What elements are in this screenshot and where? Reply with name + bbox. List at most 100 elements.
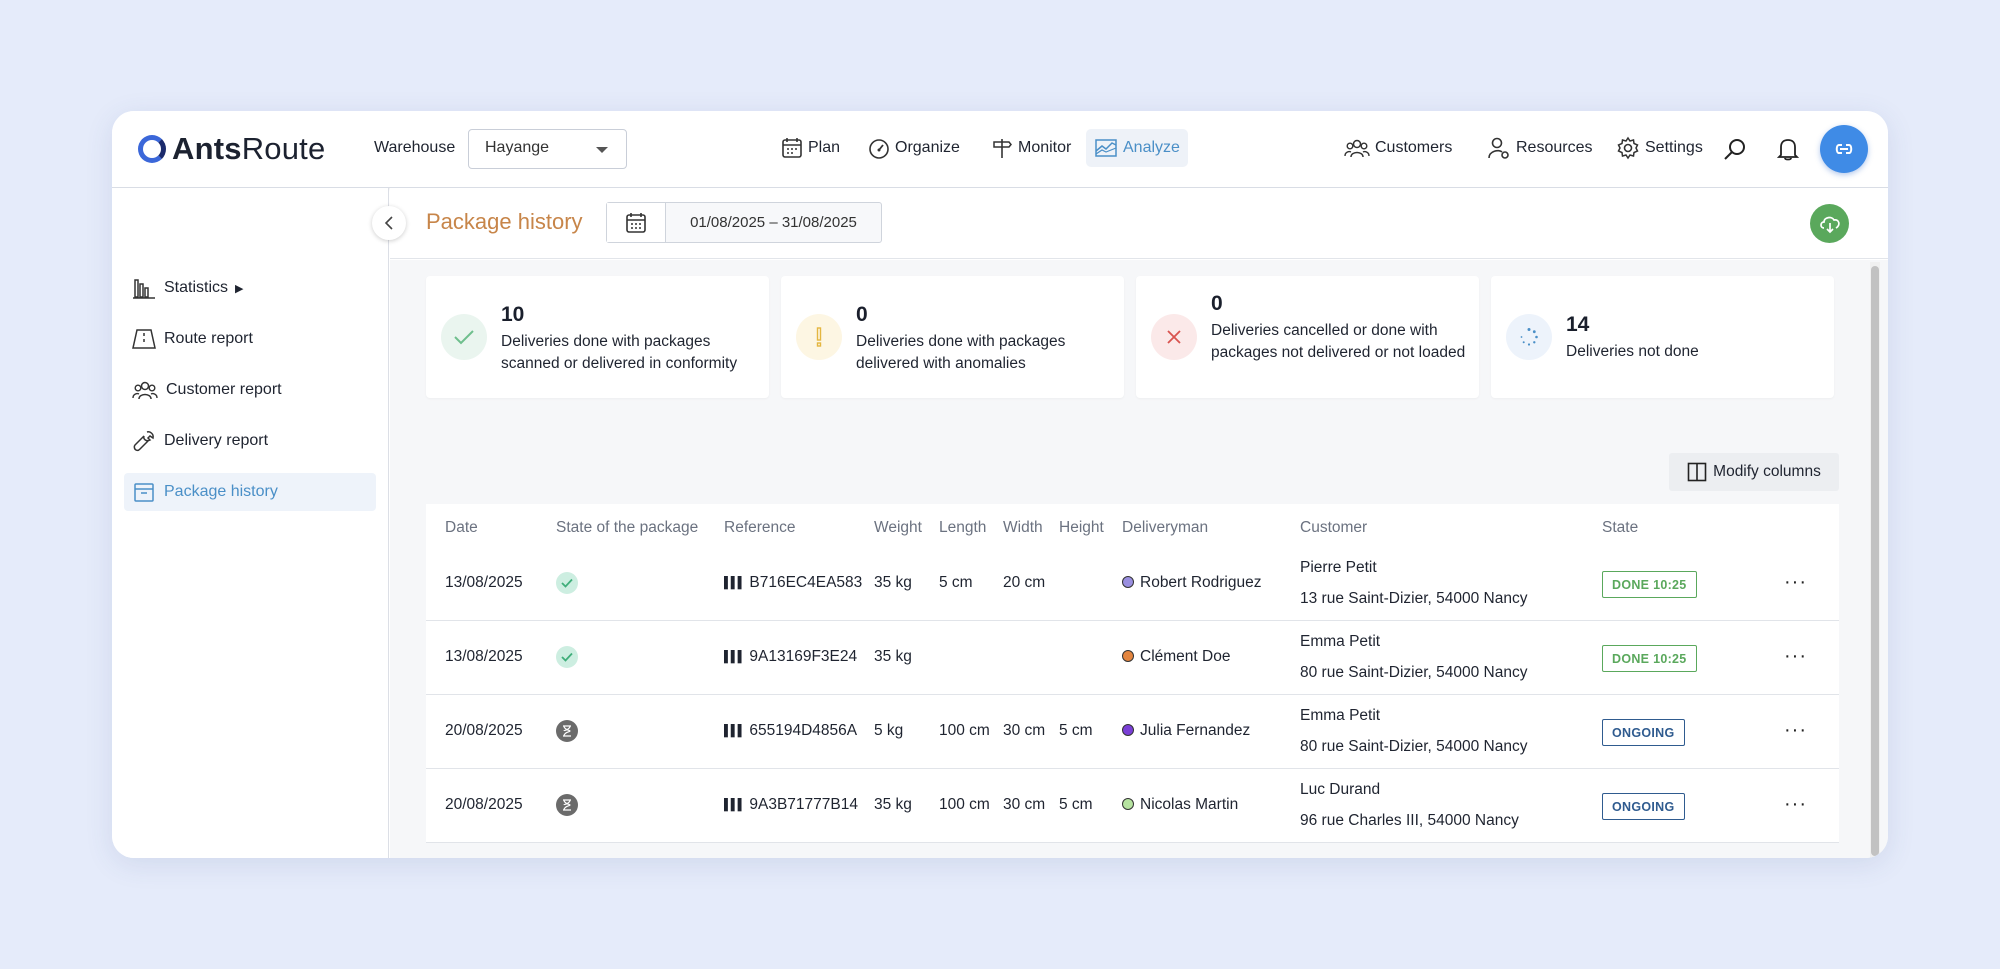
nav-settings[interactable]: Settings [1608, 129, 1711, 167]
date-cell: 13/08/2025 [445, 574, 523, 591]
check-circle-icon [556, 646, 578, 668]
table-row[interactable]: 20/08/2025 ▌▌▌ 655194D4856A 5 kg 100 cm 30 cm… [426, 695, 1839, 769]
sidebar-item-route-report[interactable]: Route report [124, 320, 376, 358]
length-cell: 5 cm [939, 574, 973, 591]
sidebar-item-customer-report[interactable]: Customer report [124, 371, 376, 409]
collapse-sidebar-button[interactable] [372, 206, 406, 240]
package-state-cell [556, 572, 578, 594]
date-range-picker[interactable]: 01/08/2025 – 31/08/2025 [606, 202, 882, 243]
reference-value: 9A13169F3E24 [749, 648, 858, 665]
column-header[interactable]: State [1602, 519, 1638, 537]
table-row[interactable]: 13/08/2025 ▌▌▌ 9A13169F3E24 35 kg Clément Do… [426, 621, 1839, 695]
more-actions-button[interactable]: ··· [1784, 719, 1807, 742]
download-button[interactable] [1810, 204, 1849, 243]
height-cell: 5 cm [1059, 796, 1093, 813]
cloud-download-icon [1819, 216, 1840, 233]
nav-analyze[interactable]: Analyze [1086, 129, 1188, 167]
summary-card-not-done: 14 Deliveries not done [1491, 276, 1834, 398]
column-header[interactable]: Height [1059, 519, 1104, 537]
weight-cell: 35 kg [874, 796, 912, 813]
deliveryman-name: Julia Fernandez [1140, 722, 1251, 739]
width-cell: 20 cm [1003, 574, 1046, 591]
warehouse-label: Warehouse [374, 139, 456, 156]
bell-icon [1776, 139, 1800, 161]
deliveryman-cell: Julia Fernandez [1122, 722, 1250, 740]
status-badge: DONE 10:25 [1602, 645, 1697, 672]
weight-cell: 5 kg [874, 722, 904, 739]
more-actions-button[interactable]: ··· [1784, 571, 1807, 594]
deliveryman-name: Clément Doe [1140, 648, 1231, 665]
notifications-button[interactable] [1776, 137, 1800, 166]
package-state-cell [556, 646, 578, 668]
customer-address: 80 rue Saint-Dizier, 54000 Nancy [1300, 664, 1528, 681]
hourglass-icon [556, 720, 578, 742]
modify-columns-label: Modify columns [1713, 463, 1821, 480]
sidebar-item-delivery-report[interactable]: Delivery report [124, 422, 376, 460]
package-state-cell [556, 720, 578, 742]
hourglass-icon [556, 794, 578, 816]
nav-monitor[interactable]: Monitor [983, 129, 1079, 167]
column-header[interactable]: Customer [1300, 519, 1367, 537]
column-header[interactable]: Deliveryman [1122, 519, 1208, 537]
search-button[interactable] [1723, 137, 1747, 166]
column-header[interactable]: Length [939, 519, 986, 537]
gauge-icon [869, 139, 889, 159]
barcode-icon: ▌▌▌ [724, 799, 745, 811]
nav-resources[interactable]: Resources [1479, 129, 1600, 167]
reference-cell: ▌▌▌ B716EC4EA583 [724, 574, 862, 592]
submenu-arrow-icon: ▶ [235, 282, 244, 295]
column-header[interactable]: Width [1003, 519, 1043, 537]
page-title: Package history [426, 209, 583, 234]
height-cell: 5 cm [1059, 722, 1093, 739]
avatar[interactable] [1820, 125, 1868, 173]
customer-name: Pierre Petit [1300, 559, 1377, 576]
column-header[interactable]: Date [445, 519, 478, 537]
table-row[interactable]: 20/08/2025 ▌▌▌ 9A3B71777B14 35 kg 100 cm 30 c… [426, 769, 1839, 843]
barcode-icon: ▌▌▌ [724, 725, 745, 737]
reference-value: B716EC4EA583 [749, 574, 863, 591]
logo[interactable]: AntsRoute [138, 131, 325, 167]
sidebar: Statistics ▶ Route report Customer repor… [112, 188, 389, 858]
customer-address: 96 rue Charles III, 54000 Nancy [1300, 812, 1519, 829]
page-header: Package history 01/08/2025 – 31/08/2025 [390, 188, 1888, 259]
deliveryman-color-dot [1122, 798, 1134, 810]
sidebar-item-label: Delivery report [164, 432, 269, 449]
columns-icon [1687, 462, 1707, 482]
warehouse-select[interactable]: Hayange [468, 129, 627, 169]
warehouse-value: Hayange [485, 139, 550, 156]
reference-cell: ▌▌▌ 655194D4856A [724, 722, 857, 740]
nav-customers[interactable]: Customers [1336, 129, 1460, 167]
reference-value: 655194D4856A [749, 722, 858, 739]
sidebar-item-package-history[interactable]: Package history [124, 473, 376, 511]
check-circle-icon [556, 572, 578, 594]
column-header[interactable]: State of the package [556, 519, 698, 537]
sidebar-item-label: Route report [164, 330, 253, 347]
date-cell: 20/08/2025 [445, 796, 523, 813]
link-icon [1835, 144, 1853, 154]
wrench-icon [133, 431, 154, 452]
modify-columns-button[interactable]: Modify columns [1669, 453, 1839, 491]
main-content: 10 Deliveries done with packages scanned… [390, 260, 1888, 858]
table-row[interactable]: 13/08/2025 ▌▌▌ B716EC4EA583 35 kg 5 cm 20 cm R… [426, 547, 1839, 621]
column-header[interactable]: Reference [724, 519, 796, 537]
nav-organize[interactable]: Organize [860, 129, 968, 167]
users-icon [1344, 139, 1370, 158]
barcode-icon: ▌▌▌ [724, 651, 745, 663]
package-icon [134, 483, 154, 502]
gear-icon [1617, 136, 1639, 160]
more-actions-button[interactable]: ··· [1784, 793, 1807, 816]
scrollbar-thumb[interactable] [1871, 266, 1879, 856]
search-icon [1724, 139, 1745, 160]
calendar-button[interactable] [607, 203, 666, 242]
sidebar-item-statistics[interactable]: Statistics ▶ [124, 269, 376, 307]
more-actions-button[interactable]: ··· [1784, 645, 1807, 668]
customer-name: Luc Durand [1300, 781, 1381, 798]
reference-cell: ▌▌▌ 9A3B71777B14 [724, 796, 858, 814]
status-badge: ONGOING [1602, 793, 1685, 820]
bar-chart-icon [133, 279, 155, 299]
column-header[interactable]: Weight [874, 519, 922, 537]
date-cell: 20/08/2025 [445, 722, 523, 739]
nav-plan[interactable]: Plan [773, 129, 848, 167]
barcode-icon: ▌▌▌ [724, 577, 745, 589]
width-cell: 30 cm [1003, 796, 1046, 813]
